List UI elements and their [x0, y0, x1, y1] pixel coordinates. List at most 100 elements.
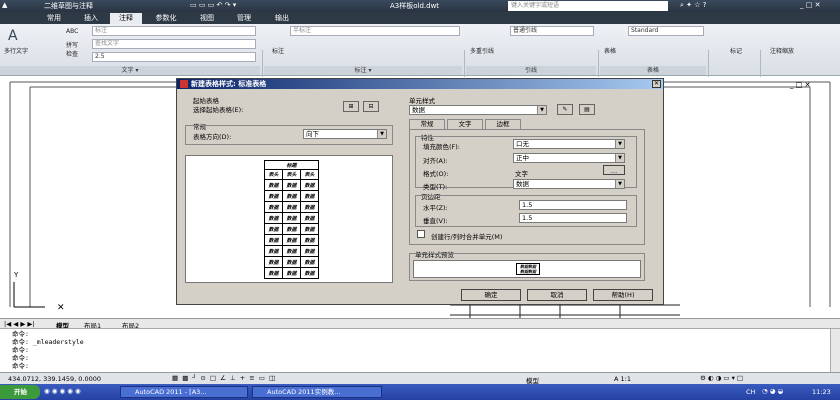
tab-view[interactable]: 视图: [192, 13, 222, 24]
preview-data-cell: 数据: [300, 201, 319, 213]
table-direction-label: 表格方向(D):: [193, 133, 232, 141]
type-label: 类型(T):: [423, 183, 448, 191]
format-label: 格式(O):: [423, 170, 449, 178]
text-height-input[interactable]: 2.5: [92, 52, 256, 62]
preview-data-cell: 数据: [282, 201, 301, 213]
spell-abc-label: ABC: [66, 28, 79, 35]
search-icon[interactable]: ⌕ ✦ ☆ ?: [680, 1, 706, 10]
command-window[interactable]: 命令: 命令: _mleaderstyle 命令: 命令: 命令:: [0, 328, 840, 373]
multiline-text-button[interactable]: 多行文字: [4, 46, 28, 55]
quick-launch-icons[interactable]: ◉ ◉ ◉ ◉ ◉: [44, 387, 81, 395]
format-value: 文字: [515, 170, 528, 178]
tab-output[interactable]: 输出: [266, 13, 298, 24]
preview-table: 标题 表头 表头 表头 数据 数据 数据 数据 数据 数据 数据 数据 数据 数据 数据 数据 数据 数据…: [264, 160, 319, 279]
preview-data-cell: 数据: [300, 179, 319, 191]
preview-data-cell: 数据: [264, 234, 283, 246]
tray-icons[interactable]: ◔ ◕ ◒: [762, 387, 783, 395]
svg-text:Y: Y: [13, 271, 19, 279]
title-bar: ▲ 二维草图与注释 ▭ ▭ ▭ ↶ ↷ ▾ A3样板old.dwt 键入关键字或…: [0, 0, 840, 12]
command-line: 命令:: [12, 362, 29, 370]
dim-style-select[interactable]: 半标注: [290, 26, 460, 36]
status-tray-icons[interactable]: ⚙ ◐ ◑ ▭ ▾ □: [700, 374, 743, 382]
tab-annotate[interactable]: 注释: [110, 13, 142, 24]
delete-table-icon[interactable]: ⊟: [363, 101, 379, 112]
language-indicator[interactable]: CH: [746, 388, 755, 396]
find-text-input[interactable]: 查找文字: [92, 39, 256, 49]
table-style-select[interactable]: Standard: [628, 26, 704, 36]
new-table-style-dialog: 新建表格样式: 标准表格 ✕ 起始表格 选择起始表格(E): ⊞ ⊟ 常规 表格…: [176, 78, 664, 305]
preview-data-cell: 数据: [300, 212, 319, 224]
tab-nav-arrows[interactable]: |◀ ◀ ▶ ▶|: [4, 320, 35, 328]
cancel-button[interactable]: 取消: [527, 289, 587, 301]
vertical-margin-input[interactable]: 1.5: [519, 213, 627, 223]
help-button[interactable]: 帮助(H): [593, 289, 653, 301]
window-controls[interactable]: _ □ ✕: [800, 1, 820, 9]
preview-data-cell: 数据: [264, 245, 283, 257]
multiline-text-icon[interactable]: A: [8, 28, 18, 44]
tab-border[interactable]: 边框: [485, 119, 521, 129]
dialog-title: 新建表格样式: 标准表格: [177, 79, 663, 89]
select-table-icon[interactable]: ⊞: [343, 101, 359, 112]
clock: 11:23: [812, 388, 831, 396]
preview-data-cell: 数据: [282, 234, 301, 246]
tab-insert[interactable]: 插入: [76, 13, 106, 24]
multileader-button[interactable]: 多重引线: [470, 46, 494, 55]
workspace-selector[interactable]: 二维草图与注释: [44, 1, 93, 11]
app-icon[interactable]: ▲: [2, 1, 7, 9]
ribbon-panel: A 多行文字 ABC 拼写 检查 标注 查找文字 2.5 文字 ▾ 标注 半标注…: [0, 24, 840, 98]
search-input[interactable]: 键入关键字或短语: [508, 1, 668, 11]
panel-leader-label: 引线: [466, 66, 596, 75]
preview-data-cell: 数据: [282, 245, 301, 257]
table-button[interactable]: 表格: [604, 46, 616, 55]
preview-header-cell: 表头: [300, 169, 319, 180]
tab-manage[interactable]: 管理: [228, 13, 260, 24]
quick-access-icons[interactable]: ▭ ▭ ▭ ↶ ↷ ▾: [190, 1, 236, 9]
tab-parametric[interactable]: 参数化: [146, 13, 186, 24]
preview-data-cell: 数据: [282, 267, 301, 279]
status-bar: 434.0712, 339.1459, 0.0000 ▦ ▩ ┘ ⊙ □ ∠ ⊥…: [0, 372, 840, 385]
cell-style-group-label: 单元样式: [409, 97, 435, 105]
taskbar-item-tutorial[interactable]: AutoCAD 2011实例教...: [252, 386, 382, 398]
annotation-scale-button[interactable]: 注释缩放: [770, 46, 794, 55]
close-icon[interactable]: ✕: [652, 80, 661, 88]
taskbar-item-autocad[interactable]: AutoCAD 2011 - [A3...: [120, 386, 248, 398]
cell-style-select[interactable]: 数据 ▼: [409, 105, 547, 115]
preview-data-cell: 数据: [282, 179, 301, 191]
command-scrollbar[interactable]: [830, 329, 840, 373]
panel-dim-label[interactable]: 标注 ▾: [264, 66, 462, 75]
tab-text[interactable]: 文字: [447, 119, 483, 129]
autocad-icon: [180, 80, 188, 88]
command-line: 命令:: [12, 346, 29, 354]
type-select[interactable]: 数据 ▼: [513, 179, 625, 189]
new-cell-style-icon[interactable]: ✎: [557, 104, 573, 115]
preview-data-cell: 数据: [264, 212, 283, 224]
viewport-controls[interactable]: _ □ ✕: [790, 81, 810, 89]
cell-preview-sample: 数据数据 数据数据: [516, 263, 540, 275]
preview-title: 标题: [264, 160, 319, 170]
markup-button[interactable]: 标记: [730, 46, 742, 55]
text-style-select[interactable]: 标注: [92, 26, 256, 36]
leader-style-select[interactable]: 普通引线: [510, 26, 594, 36]
tab-home[interactable]: 常用: [36, 13, 72, 24]
dimension-button[interactable]: 标注: [272, 46, 284, 55]
preview-data-cell: 数据: [264, 267, 283, 279]
command-line: 命令:: [12, 354, 29, 362]
manage-cell-style-icon[interactable]: ▤: [579, 104, 595, 115]
spell-check-button[interactable]: 拼写 检查: [66, 40, 86, 58]
preview-data-cell: 数据: [300, 223, 319, 235]
format-browse-button[interactable]: …: [603, 165, 625, 175]
ok-button[interactable]: 确定: [461, 289, 521, 301]
annotation-scale[interactable]: A 1:1: [614, 375, 631, 383]
preview-data-cell: 数据: [300, 234, 319, 246]
horizontal-margin-input[interactable]: 1.5: [519, 200, 627, 210]
merge-checkbox[interactable]: [417, 230, 425, 238]
start-button[interactable]: 开始: [0, 385, 40, 399]
panel-text-label[interactable]: 文字 ▾: [0, 66, 260, 75]
preview-data-cell: 数据: [282, 190, 301, 202]
table-direction-select[interactable]: 向下 ▼: [303, 129, 387, 139]
align-select[interactable]: 正中 ▼: [513, 153, 625, 163]
tab-general[interactable]: 常规: [409, 119, 445, 129]
preview-data-cell: 数据: [300, 245, 319, 257]
drafting-toggles[interactable]: ▦ ▩ ┘ ⊙ □ ∠ ⊥ + ≡ ▭ ◫: [172, 374, 276, 382]
fill-color-select[interactable]: 口无 ▼: [513, 139, 625, 149]
